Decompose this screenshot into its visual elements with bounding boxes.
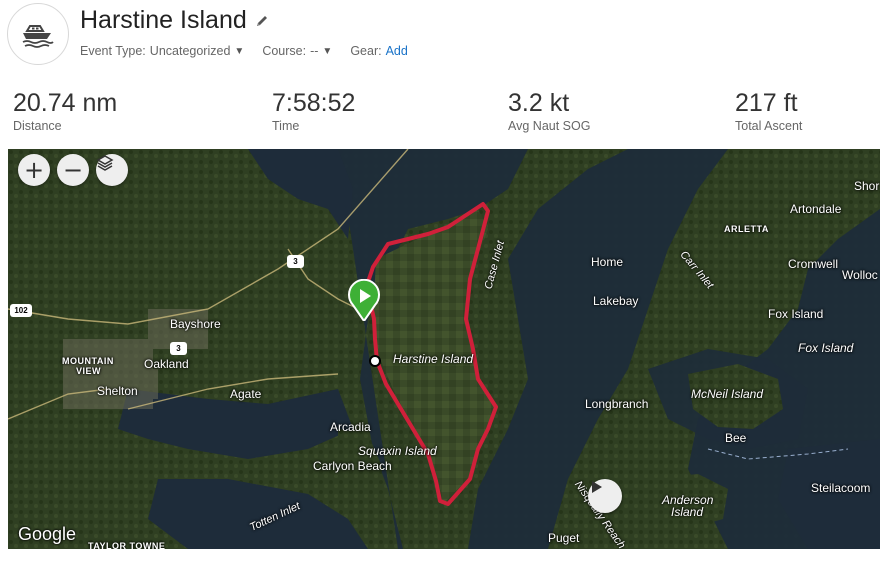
place-label: Wolloc: [842, 268, 878, 282]
activity-header: Harstine Island Event Type: Uncategorize…: [0, 0, 880, 80]
boat-icon: [22, 25, 54, 48]
event-type-dropdown[interactable]: Event Type: Uncategorized ▼: [80, 44, 244, 58]
activity-type-avatar: [7, 3, 69, 65]
stat-time: 7:58:52 Time: [272, 88, 355, 133]
zoom-out-button[interactable]: −: [57, 154, 89, 186]
edit-pencil-icon[interactable]: [255, 14, 269, 28]
event-type-value: Uncategorized: [149, 44, 231, 58]
stat-label: Avg Naut SOG: [508, 119, 591, 133]
place-label: Fox Island: [798, 341, 854, 355]
stat-value: 7:58:52: [272, 89, 356, 117]
stat-avg-sog: 3.2 kt Avg Naut SOG: [508, 88, 590, 133]
gear-field: Gear: Add: [350, 44, 408, 58]
stat-value: 217 ft: [735, 89, 798, 117]
stat-label: Total Ascent: [735, 119, 803, 133]
route-shield: 3: [287, 255, 304, 268]
stat-value: 20.74 nm: [13, 89, 118, 117]
course-label: Course:: [262, 44, 307, 58]
place-label: Longbranch: [585, 397, 649, 411]
gear-label: Gear:: [350, 44, 382, 58]
play-route-button[interactable]: [588, 479, 622, 513]
stat-distance: 20.74 nm Distance: [13, 88, 117, 133]
place-label: ARLETTA: [724, 224, 769, 234]
place-label: VIEW: [76, 366, 102, 376]
play-icon: [592, 481, 602, 493]
stat-value: 3.2 kt: [508, 89, 570, 117]
add-gear-link[interactable]: Add: [386, 44, 408, 58]
place-label: TAYLOR TOWNE: [88, 541, 166, 549]
place-label: Bayshore: [170, 317, 221, 331]
place-label: Carlyon Beach: [313, 459, 392, 473]
google-attribution-logo: Google: [18, 524, 77, 544]
place-label: McNeil Island: [691, 387, 764, 401]
stat-label: Time: [272, 119, 300, 133]
stat-label: Distance: [13, 119, 62, 133]
chevron-down-icon: ▼: [322, 45, 333, 57]
place-label: Bee: [725, 431, 747, 445]
stats-row: 20.74 nm Distance 7:58:52 Time 3.2 kt Av…: [0, 88, 880, 140]
stat-total-ascent: 217 ft Total Ascent: [735, 88, 802, 133]
place-label: Puget: [548, 531, 580, 545]
satellite-map-background: [8, 149, 880, 549]
route-shield: 3: [170, 342, 187, 355]
layers-icon: [96, 155, 114, 171]
place-label: Shelton: [97, 384, 138, 398]
place-label: Steilacoom: [811, 481, 871, 495]
layers-button[interactable]: [96, 154, 128, 186]
activity-title: Harstine Island: [80, 6, 247, 34]
end-point-marker: [369, 355, 381, 367]
event-type-label: Event Type:: [80, 44, 146, 58]
place-label: Anderson Island: [662, 493, 714, 519]
place-label: Home: [591, 255, 624, 269]
place-label: Lakebay: [593, 294, 639, 308]
course-value: --: [310, 44, 319, 58]
route-shield: 102: [10, 304, 32, 317]
place-label: MOUNTAIN: [62, 356, 114, 366]
place-label: Cromwell: [788, 257, 839, 271]
place-label: Shor: [854, 179, 880, 193]
place-label: Agate: [230, 387, 262, 401]
zoom-in-button[interactable]: +: [18, 154, 50, 186]
place-label: Artondale: [790, 202, 842, 216]
place-label: Oakland: [144, 357, 189, 371]
chevron-down-icon: ▼: [234, 45, 245, 57]
place-label: Harstine Island: [393, 352, 474, 366]
start-marker-icon[interactable]: [347, 279, 381, 321]
route-map[interactable]: + − 3 3 102 Harstine Island Squaxin Isla…: [8, 149, 880, 549]
course-dropdown[interactable]: Course: -- ▼: [262, 44, 332, 58]
place-label: Arcadia: [330, 420, 371, 434]
place-label: Squaxin Island: [358, 444, 437, 458]
place-label: Fox Island: [768, 307, 824, 321]
